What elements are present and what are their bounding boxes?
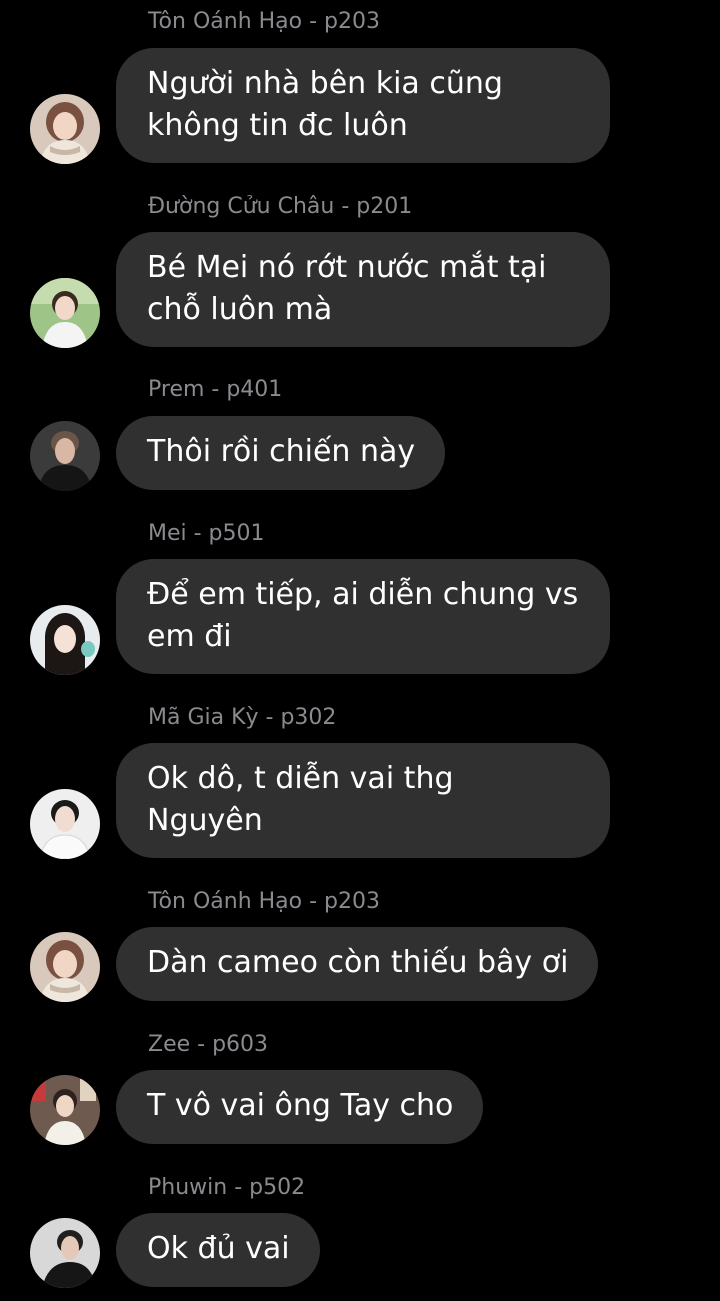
message-bubble[interactable]: Dàn cameo còn thiếu bây ơi — [116, 927, 599, 1001]
man-dark-suit-avatar[interactable] — [30, 1218, 100, 1288]
boy-bright-room-avatar[interactable] — [30, 1075, 100, 1145]
chat-thread: Tôn Oánh Hạo - p203 Người nhà bên kia cũn… — [0, 0, 720, 1301]
message-text-line: không tin đc luôn — [147, 108, 408, 143]
sender-name: Mei - p501 — [148, 521, 265, 546]
sender-name: Zee - p603 — [148, 1032, 269, 1057]
sender-name: Prem - p401 — [148, 377, 283, 402]
message-bubble[interactable]: Ok đủ vai — [116, 1213, 320, 1287]
sender-name: Đường Cửu Châu - p201 — [148, 194, 413, 219]
message-text-line: Ok đủ vai — [147, 1231, 290, 1266]
message-text-line: T vô vai ông Tay cho — [147, 1088, 454, 1123]
message-bubble[interactable]: Để em tiếp, ai diễn chung vs em đi — [116, 559, 610, 674]
sender-name: Tôn Oánh Hạo - p203 — [148, 9, 380, 34]
message-text-line: em đi — [147, 619, 232, 654]
girl-cream-scarf-avatar[interactable] — [30, 932, 100, 1002]
sender-name: Tôn Oánh Hạo - p203 — [148, 889, 380, 914]
girl-long-hair-avatar[interactable] — [30, 605, 100, 675]
man-dark-jacket-avatar[interactable] — [30, 421, 100, 491]
message-text-line: Bé Mei nó rớt nước mắt tại — [147, 250, 547, 285]
message-text-line: Người nhà bên kia cũng — [147, 66, 503, 101]
message-text-line: Để em tiếp, ai diễn chung vs — [147, 577, 579, 612]
message-bubble[interactable]: Ok dô, t diễn vai thg Nguyên — [116, 743, 610, 858]
message-bubble[interactable]: Bé Mei nó rớt nước mắt tại chỗ luôn mà — [116, 232, 610, 347]
message-bubble[interactable]: T vô vai ông Tay cho — [116, 1070, 484, 1144]
sender-name: Phuwin - p502 — [148, 1175, 306, 1200]
sender-name: Mã Gia Kỳ - p302 — [148, 705, 337, 730]
message-text-line: chỗ luôn mà — [147, 292, 333, 327]
boy-white-outdoor-avatar[interactable] — [30, 278, 100, 348]
message-text-line: Dàn cameo còn thiếu bây ơi — [147, 945, 569, 980]
message-text-line: Ok dô, t diễn vai thg — [147, 761, 454, 796]
message-text-line: Thôi rồi chiến này — [147, 434, 416, 469]
message-bubble[interactable]: Thôi rồi chiến này — [116, 416, 446, 490]
boy-white-shirt-avatar[interactable] — [30, 789, 100, 859]
girl-cream-scarf-avatar[interactable] — [30, 94, 100, 164]
message-text-line: Nguyên — [147, 803, 263, 838]
message-bubble[interactable]: Người nhà bên kia cũng không tin đc luôn — [116, 48, 610, 163]
